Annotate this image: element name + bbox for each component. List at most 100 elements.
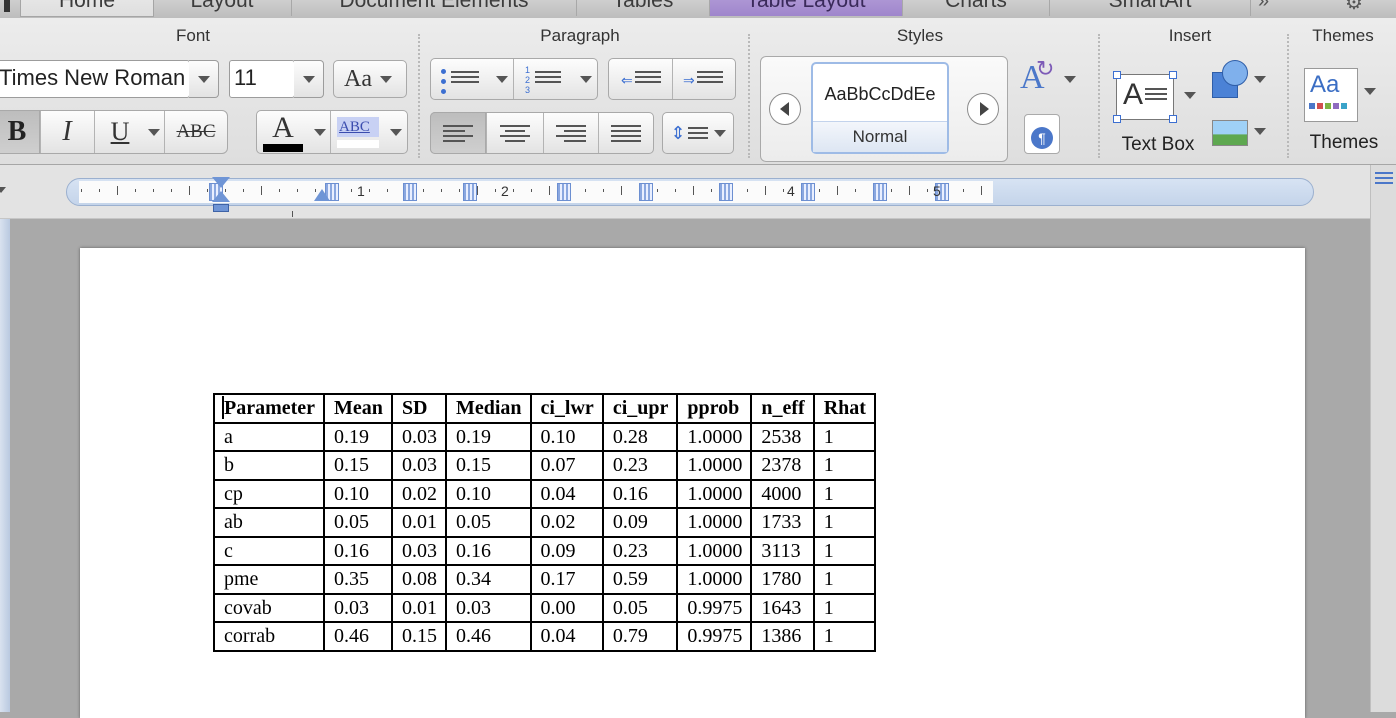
numbering-icon[interactable]: 123 <box>525 65 561 95</box>
underline-dropdown[interactable] <box>145 111 163 153</box>
indent-marker[interactable] <box>212 177 230 215</box>
styles-previous-button[interactable] <box>769 93 801 125</box>
font-size-input[interactable]: 11 <box>229 60 295 98</box>
justify-button[interactable] <box>599 113 653 153</box>
bold-button[interactable]: B <box>0 110 40 154</box>
table-cell[interactable]: 0.23 <box>601 535 679 566</box>
table-cell[interactable]: 0.28 <box>601 421 679 452</box>
right-indent-marker[interactable] <box>314 189 330 203</box>
strikethrough-button[interactable]: ABC <box>165 111 227 153</box>
table-cell[interactable]: 0.17 <box>529 564 604 595</box>
table-cell[interactable]: 0.05 <box>444 507 532 538</box>
font-name-input[interactable]: Times New Roman <box>0 60 190 98</box>
table-cell[interactable]: 1 <box>812 535 876 566</box>
table-cell[interactable]: 1 <box>812 450 876 481</box>
table-cell[interactable]: 0.16 <box>601 478 679 509</box>
table-cell[interactable]: 0.04 <box>529 621 604 652</box>
table-cell[interactable]: covab <box>212 592 326 623</box>
table-cell[interactable]: 0.03 <box>390 421 447 452</box>
table-cell[interactable]: 1.0000 <box>676 535 753 566</box>
table-cell[interactable]: 1 <box>812 564 876 595</box>
line-spacing-button[interactable]: ⇕ <box>662 112 734 154</box>
manage-styles-button[interactable]: A ↻ <box>1020 56 1078 100</box>
table-cell[interactable]: 0.01 <box>390 507 447 538</box>
table-cell[interactable]: 0.02 <box>529 507 604 538</box>
style-pane-button[interactable]: ¶ <box>1024 114 1062 154</box>
table-cell[interactable]: 0.04 <box>529 478 604 509</box>
table-cell[interactable]: 0.35 <box>323 564 393 595</box>
table-cell[interactable]: 1 <box>812 478 876 509</box>
table-cell[interactable]: 1.0000 <box>676 478 753 509</box>
table-cell[interactable]: 0.16 <box>444 535 532 566</box>
table-cell[interactable]: 1.0000 <box>676 564 753 595</box>
table-cell[interactable]: 1 <box>812 621 876 652</box>
column-header[interactable]: Parameter <box>212 393 326 424</box>
table-cell[interactable]: 1386 <box>750 621 815 652</box>
font-color-dropdown[interactable] <box>311 111 329 153</box>
table-cell[interactable]: 4000 <box>750 478 815 509</box>
table-cell[interactable]: 1.0000 <box>676 507 753 538</box>
table-cell[interactable]: ab <box>212 507 326 538</box>
table-cell[interactable]: 0.00 <box>529 592 604 623</box>
table-cell[interactable]: 0.07 <box>529 450 604 481</box>
table-cell[interactable]: 0.59 <box>601 564 679 595</box>
bullets-icon[interactable] <box>441 68 479 94</box>
font-name-dropdown[interactable] <box>189 60 219 98</box>
column-header[interactable]: ci_upr <box>601 393 679 424</box>
decrease-indent-icon[interactable]: ⇐ <box>621 68 661 87</box>
table-cell[interactable]: c <box>212 535 326 566</box>
tab-table-layout[interactable]: Table Layout <box>710 0 903 16</box>
insert-picture-button[interactable] <box>1208 116 1268 152</box>
table-cell[interactable]: 1 <box>812 592 876 623</box>
tab-charts[interactable]: Charts <box>903 0 1050 16</box>
table-cell[interactable]: 1733 <box>750 507 815 538</box>
insert-text-box-button[interactable]: A <box>1112 71 1202 132</box>
table-cell[interactable]: 0.15 <box>390 621 447 652</box>
tabs-overflow-icon[interactable]: » <box>1258 0 1269 13</box>
table-cell[interactable]: 0.03 <box>390 535 447 566</box>
tab-smartart[interactable]: SmartArt <box>1050 0 1251 16</box>
table-cell[interactable]: 0.05 <box>601 592 679 623</box>
parameter-table[interactable]: Parameter Mean SD Median ci_lwr ci_upr pprob n_… <box>212 393 876 652</box>
align-center-button[interactable] <box>487 113 543 153</box>
column-header[interactable]: n_eff <box>750 393 815 424</box>
themes-button[interactable]: Aa <box>1302 66 1390 136</box>
highlight-dropdown[interactable] <box>387 111 405 153</box>
table-cell[interactable]: corrab <box>212 621 326 652</box>
table-cell[interactable]: 0.19 <box>323 421 393 452</box>
table-cell[interactable]: 2538 <box>750 421 815 452</box>
table-cell[interactable]: 0.02 <box>390 478 447 509</box>
table-cell[interactable]: 0.09 <box>601 507 679 538</box>
tab-document-elements[interactable]: Document Elements <box>292 0 577 16</box>
table-cell[interactable]: pme <box>212 564 326 595</box>
increase-indent-icon[interactable]: ⇒ <box>683 68 723 87</box>
table-column-marker[interactable] <box>639 183 653 201</box>
table-cell[interactable]: 0.03 <box>444 592 532 623</box>
table-cell[interactable]: 0.19 <box>444 421 532 452</box>
numbering-dropdown[interactable] <box>577 59 595 99</box>
collapse-ribbon-icon[interactable]: ⌃ <box>1300 0 1317 15</box>
table-cell[interactable]: a <box>212 421 326 452</box>
column-header[interactable]: Median <box>444 393 532 424</box>
styles-next-button[interactable] <box>967 93 999 125</box>
table-column-marker[interactable] <box>557 183 571 201</box>
tab-layout[interactable]: Layout <box>153 0 292 16</box>
bullets-dropdown[interactable] <box>493 59 511 99</box>
tab-home[interactable]: Home <box>20 0 154 17</box>
column-header[interactable]: Mean <box>323 393 393 424</box>
table-cell[interactable]: 0.01 <box>390 592 447 623</box>
horizontal-ruler[interactable]: 1 2 4 5 <box>66 178 1314 206</box>
style-normal-tile[interactable]: AaBbCcDdEe Normal <box>811 62 949 154</box>
table-cell[interactable]: 0.10 <box>529 421 604 452</box>
table-cell[interactable]: 0.09 <box>529 535 604 566</box>
table-cell[interactable]: b <box>212 450 326 481</box>
font-color-button[interactable]: A <box>263 113 303 153</box>
gear-icon[interactable]: ⚙ <box>1345 0 1363 15</box>
table-cell[interactable]: 2378 <box>750 450 815 481</box>
table-cell[interactable]: 0.10 <box>323 478 393 509</box>
table-cell[interactable]: 0.46 <box>444 621 532 652</box>
table-cell[interactable]: 0.23 <box>601 450 679 481</box>
column-header[interactable]: SD <box>390 393 447 424</box>
italic-button[interactable]: I <box>41 111 93 153</box>
table-cell[interactable]: 1.0000 <box>676 421 753 452</box>
